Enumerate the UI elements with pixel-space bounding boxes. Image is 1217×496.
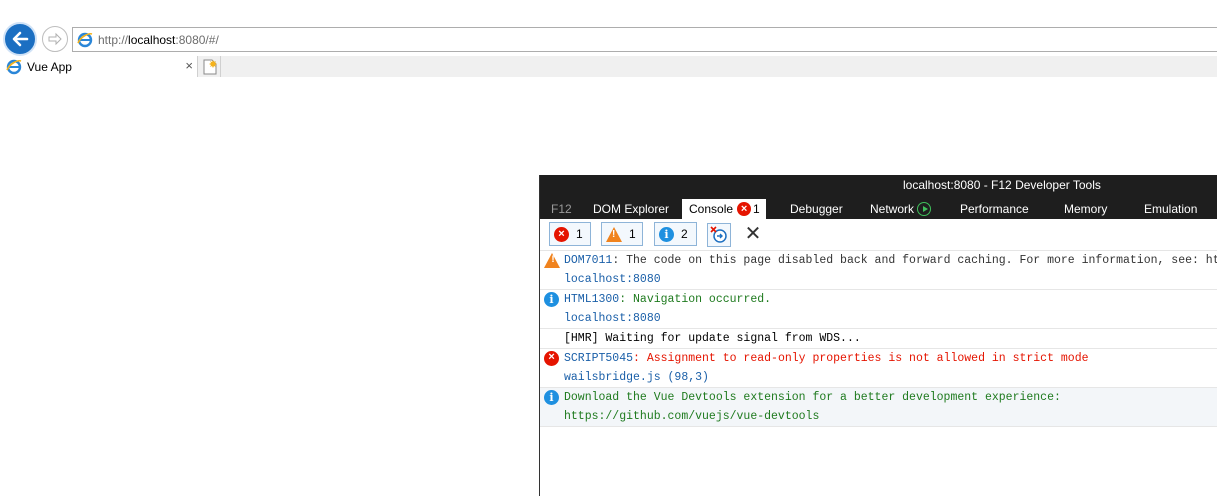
tab-emulation[interactable]: Emulation <box>1144 199 1197 219</box>
warnings-count: 1 <box>629 227 636 241</box>
tab-title: Vue App <box>27 59 72 74</box>
tab-debugger[interactable]: Debugger <box>790 199 843 219</box>
info-icon: i <box>544 292 559 307</box>
network-record-icon <box>917 202 932 216</box>
message-source-link[interactable]: wailsbridge.js (98,3) <box>564 371 709 384</box>
url-rest: :8080/#/ <box>175 32 219 47</box>
back-arrow-icon <box>12 31 29 47</box>
message-source-link[interactable]: localhost:8080 <box>564 273 661 286</box>
back-button[interactable] <box>3 22 37 56</box>
errors-count: 1 <box>576 227 583 241</box>
info-icon: i <box>659 226 674 242</box>
forward-button[interactable] <box>42 26 68 52</box>
address-bar[interactable]: http://localhost:8080/#/ <box>72 27 1217 52</box>
message-link[interactable]: https://github.com/vuejs/vue-devtools <box>564 410 819 423</box>
tab-network-label: Network <box>870 202 915 216</box>
tab-console-error-count: 1 <box>753 202 760 216</box>
error-icon: × <box>544 351 559 366</box>
tab-close-button[interactable]: × <box>185 58 193 73</box>
clear-on-navigate-icon <box>710 226 727 243</box>
devtools-tab-strip: F12 DOM Explorer Console × 1 Debugger Ne… <box>540 196 1217 219</box>
devtools-title: localhost:8080 - F12 Developer Tools <box>903 178 1101 192</box>
tab-console[interactable]: Console × 1 <box>682 199 766 219</box>
new-tab-button[interactable] <box>200 56 221 77</box>
message-code-link[interactable]: HTML1300 <box>564 293 619 306</box>
tab-dom-explorer[interactable]: DOM Explorer <box>593 199 669 219</box>
warning-icon: ! <box>606 226 622 242</box>
console-message: × SCRIPT5045: Assignment to read-only pr… <box>540 349 1217 388</box>
message-text: : Navigation occurred. <box>619 293 772 306</box>
tab-performance[interactable]: Performance <box>960 199 1029 219</box>
tab-f12[interactable]: F12 <box>551 199 572 219</box>
console-message: i HTML1300: Navigation occurred. localho… <box>540 290 1217 329</box>
browser-tab[interactable]: Vue App × <box>0 56 198 77</box>
console-message: [HMR] Waiting for update signal from WDS… <box>540 329 1217 349</box>
url-host: localhost <box>128 32 176 47</box>
ie-logo-icon <box>6 59 22 74</box>
forward-arrow-icon <box>48 32 62 46</box>
url-text: http://localhost:8080/#/ <box>98 33 219 47</box>
message-text: : Assignment to read-only properties is … <box>633 352 1089 365</box>
error-icon: × <box>554 226 569 242</box>
message-code-link[interactable]: DOM7011 <box>564 254 612 267</box>
tab-network[interactable]: Network <box>870 199 932 219</box>
warning-icon: ! <box>544 253 560 268</box>
warnings-filter-button[interactable]: ! 1 <box>601 222 643 246</box>
errors-filter-button[interactable]: × 1 <box>549 222 591 246</box>
info-icon: i <box>544 390 559 405</box>
console-output: ! DOM7011: The code on this page disable… <box>540 251 1217 427</box>
message-text: Download the Vue Devtools extension for … <box>564 391 1061 404</box>
message-text: : The code on this page disabled back an… <box>612 254 1217 267</box>
message-source-link[interactable]: localhost:8080 <box>564 312 661 325</box>
tab-bar: Vue App × <box>0 56 1217 77</box>
console-message: ! DOM7011: The code on this page disable… <box>540 251 1217 290</box>
error-icon: × <box>737 202 752 216</box>
tab-memory[interactable]: Memory <box>1064 199 1107 219</box>
message-text: [HMR] Waiting for update signal from WDS… <box>564 332 861 345</box>
info-count: 2 <box>681 227 688 241</box>
tab-console-label: Console <box>689 202 734 216</box>
console-message: i Download the Vue Devtools extension fo… <box>540 388 1217 427</box>
url-prefix: http:// <box>98 32 129 47</box>
clear-console-button[interactable]: ✕ <box>743 223 763 245</box>
ie-logo-icon <box>77 32 93 47</box>
devtools-titlebar: localhost:8080 - F12 Developer Tools <box>540 175 1217 196</box>
console-toolbar: × 1 ! 1 i 2 ✕ <box>540 219 1217 251</box>
new-tab-icon <box>203 59 217 74</box>
clear-on-navigate-button[interactable] <box>707 223 731 247</box>
developer-tools-panel: localhost:8080 - F12 Developer Tools F12… <box>539 175 1217 496</box>
message-code-link[interactable]: SCRIPT5045 <box>564 352 633 365</box>
navigation-bar: http://localhost:8080/#/ <box>0 20 1217 56</box>
messages-filter-button[interactable]: i 2 <box>654 222 697 246</box>
